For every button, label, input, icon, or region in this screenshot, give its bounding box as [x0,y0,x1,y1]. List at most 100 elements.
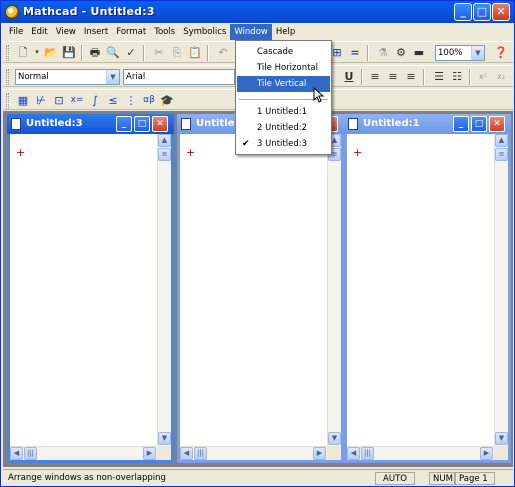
document-maximize-button[interactable]: □ [471,116,487,132]
resize-grip[interactable] [494,446,508,460]
document-title-bar[interactable]: Untitled:1 _ □ ✕ [344,114,511,134]
scroll-left-arrow-icon[interactable]: ◀ [347,447,360,460]
vertical-scrollbar[interactable]: ▲ ≡ ▼ [494,134,508,446]
menu-window-2[interactable]: 2 Untitled:2 [237,120,330,136]
scroll-down-arrow-icon[interactable]: ▼ [495,432,508,445]
cut-scissors-icon[interactable]: ✂ [151,45,167,60]
graph-toolbar-icon[interactable]: ⊬ [33,93,49,108]
menu-symbolics[interactable]: Symbolics [179,24,230,40]
underline-icon[interactable]: U [341,69,357,84]
vertical-scrollbar[interactable]: ▲ ≡ ▼ [327,134,341,446]
spell-check-icon[interactable]: ✓ [123,45,139,60]
subscript-icon[interactable]: x₂ [493,69,509,84]
numbered-list-icon[interactable]: ☷ [449,69,465,84]
mathcad-app-icon[interactable] [5,5,19,19]
document-title-bar[interactable]: Untitled:3 _ □ ✕ [7,114,174,134]
menu-window-1[interactable]: 1 Untitled:1 [237,104,330,120]
align-right-icon[interactable]: ≡ [403,69,419,84]
document-icon[interactable] [181,118,191,130]
toolbar-grip[interactable] [6,45,9,61]
menu-edit[interactable]: Edit [27,24,51,40]
toolbar-grip[interactable] [6,69,9,85]
document-window-untitled-2[interactable]: Untitled:2 _ □ ✕ + ▲ ≡ ▼ ◀ ||| ▶ [177,114,344,463]
scroll-up-arrow-icon[interactable]: ▲ [495,134,508,147]
calculus-toolbar-icon[interactable]: ∫ [87,93,103,108]
document-maximize-button[interactable]: □ [134,116,150,132]
title-bar[interactable]: Mathcad - Untitled:3 _ □ ✕ [1,1,514,23]
undo-icon[interactable]: ↶ [215,45,231,60]
menu-window-3[interactable]: ✔ 3 Untitled:3 [237,136,330,152]
scroll-thumb[interactable]: ||| [24,447,37,460]
minimize-button[interactable]: _ [454,3,472,21]
zoom-select[interactable]: 100% ▼ [435,45,485,61]
resize-grip[interactable] [327,446,341,460]
chevron-down-icon[interactable]: ▼ [106,70,119,84]
scroll-thumb[interactable]: ||| [361,447,374,460]
component-icon[interactable]: ⚙ [393,45,409,60]
resize-grip[interactable] [157,446,171,460]
toolbar-grip[interactable] [6,93,9,109]
superscript-icon[interactable]: x² [475,69,491,84]
boolean-toolbar-icon[interactable]: ≤ [105,93,121,108]
document-icon[interactable] [348,118,358,130]
document-window-untitled-1[interactable]: Untitled:1 _ □ ✕ + ▲ ≡ ▼ ◀ ||| ▶ [344,114,511,463]
scroll-left-arrow-icon[interactable]: ◀ [180,447,193,460]
paste-clipboard-icon[interactable]: 📋 [187,45,203,60]
programming-toolbar-icon[interactable]: ⋮ [123,93,139,108]
save-disk-icon[interactable]: 💾 [61,45,77,60]
symbolic-toolbar-icon[interactable]: 🎓 [159,93,175,108]
font-value: Arial [126,72,146,82]
menu-tools[interactable]: Tools [150,24,179,40]
scroll-down-arrow-icon[interactable]: ▼ [158,432,171,445]
menu-view[interactable]: View [52,24,80,40]
open-folder-icon[interactable]: 📂 [43,45,59,60]
menu-window[interactable]: Window [230,23,272,40]
scroll-thumb[interactable]: ||| [194,447,207,460]
close-button[interactable]: ✕ [492,3,510,21]
help-question-icon[interactable]: ❓ [493,45,509,60]
document-close-button[interactable]: ✕ [489,116,505,132]
maximize-button[interactable]: □ [473,3,491,21]
copy-icon[interactable]: ⎘ [169,45,185,60]
status-num: NUM [429,472,455,485]
scroll-right-arrow-icon[interactable]: ▶ [480,447,493,460]
horizontal-scrollbar[interactable]: ◀ ||| ▶ [180,446,327,460]
document-minimize-button[interactable]: _ [116,116,132,132]
matrix-toolbar-icon[interactable]: ⊡ [51,93,67,108]
scroll-thumb[interactable]: ≡ [495,148,508,161]
scroll-left-arrow-icon[interactable]: ◀ [10,447,23,460]
scroll-right-arrow-icon[interactable]: ▶ [143,447,156,460]
menu-format[interactable]: Format [112,24,150,40]
chevron-down-icon[interactable]: ▼ [471,46,484,60]
horizontal-scrollbar[interactable]: ◀ ||| ▶ [10,446,157,460]
menu-file[interactable]: File [5,24,27,40]
scroll-up-arrow-icon[interactable]: ▲ [158,134,171,147]
menu-window-3-label: 3 Untitled:3 [257,139,308,149]
align-center-icon[interactable]: ≡ [385,69,401,84]
document-window-untitled-3[interactable]: Untitled:3 _ □ ✕ + ▲ ≡ ▼ ◀ ||| ▶ [7,114,174,463]
style-select[interactable]: Normal ▼ [15,69,120,85]
insert-region-icon[interactable]: ▬ [411,45,427,60]
align-left-icon[interactable]: ≡ [367,69,383,84]
print-icon[interactable]: 🖶 [87,45,103,60]
evaluation-toolbar-icon[interactable]: x= [69,93,85,108]
resource-center-icon[interactable]: ⚗ [375,45,391,60]
calculator-toolbar-icon[interactable]: ▦ [15,93,31,108]
menu-help[interactable]: Help [272,24,299,40]
document-icon[interactable] [11,118,21,130]
bullet-list-icon[interactable]: ☰ [431,69,447,84]
scroll-right-arrow-icon[interactable]: ▶ [313,447,326,460]
font-select[interactable]: Arial [123,69,235,85]
menu-cascade[interactable]: Cascade [237,44,330,60]
document-minimize-button[interactable]: _ [453,116,469,132]
scroll-thumb[interactable]: ≡ [158,148,171,161]
document-close-button[interactable]: ✕ [152,116,168,132]
menu-insert[interactable]: Insert [80,24,112,40]
greek-toolbar-icon[interactable]: αβ [141,93,157,108]
menu-tile-horizontal[interactable]: Tile Horizontal [237,60,330,76]
scroll-down-arrow-icon[interactable]: ▼ [328,432,341,445]
evaluate-equals-icon[interactable]: = [347,45,363,60]
print-preview-icon[interactable]: 🔍 [105,45,121,60]
vertical-scrollbar[interactable]: ▲ ≡ ▼ [157,134,171,446]
horizontal-scrollbar[interactable]: ◀ ||| ▶ [347,446,494,460]
